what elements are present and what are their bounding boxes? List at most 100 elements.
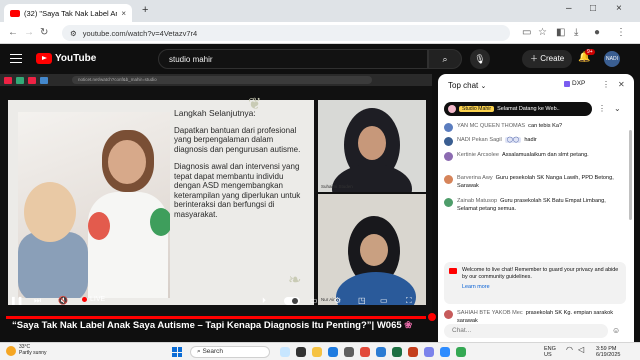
live-indicator[interactable]: LIVE xyxy=(82,296,105,303)
progress-bar[interactable] xyxy=(6,313,436,321)
new-tab-button[interactable]: + xyxy=(142,4,148,16)
learn-more-link[interactable]: Learn more xyxy=(462,284,621,291)
powerpoint-icon[interactable] xyxy=(408,347,418,357)
tab-close-icon[interactable]: × xyxy=(121,9,126,18)
pinned-menu-icon[interactable]: ⋮ xyxy=(598,104,606,113)
windows-start-icon[interactable] xyxy=(172,347,182,357)
avatar xyxy=(444,175,453,184)
search-button[interactable]: ⌕ xyxy=(428,49,462,69)
address-bar-row: ← → ↻ ⚙ youtube.com/watch?v=4Vetazv7r4 ▭… xyxy=(0,22,640,44)
volume-icon[interactable]: ◁ xyxy=(578,345,584,355)
chat-author[interactable]: Zainab Matusop xyxy=(457,198,497,204)
avatar xyxy=(444,123,453,132)
pinned-message[interactable]: Studio Mahir Selamat Datang ke Web.. xyxy=(444,102,592,116)
video-title-text: “Saya Tak Nak Label Anak Saya Autisme – … xyxy=(12,320,402,331)
shared-browser-bar: noticet.net/watch?conf&b_mahir=studio xyxy=(0,74,432,86)
progress-fill xyxy=(6,316,426,319)
youtube-page: YouTube studio mahir ⌕ 🎙 ＋ Create 🔔 9+ N… xyxy=(0,44,640,342)
autoplay-toggle[interactable] xyxy=(284,297,300,305)
shared-tab-icon xyxy=(40,76,48,84)
download-icon[interactable]: ⤓ xyxy=(574,27,578,38)
file-explorer-icon[interactable] xyxy=(312,347,322,357)
profile-icon[interactable]: ● xyxy=(594,27,600,38)
avatar xyxy=(444,198,453,207)
forward-icon[interactable]: → xyxy=(24,27,34,38)
window-close-icon[interactable]: × xyxy=(616,3,622,14)
pinned-collapse-icon[interactable]: ⌄ xyxy=(614,104,621,113)
menu-hamburger-icon[interactable] xyxy=(10,54,22,63)
live-chat-panel: Top chat ⌄ DXP ⋮ ✕ Studio Mahir Selamat … xyxy=(438,74,634,342)
mute-icon[interactable]: 🔇 xyxy=(58,296,68,305)
site-info-icon[interactable]: ⚙ xyxy=(70,29,77,38)
chat-message: YAN MC QUEEN THOMAS can tebis Ka? xyxy=(444,123,626,132)
chat-more-icon[interactable]: ⋮ xyxy=(602,80,610,89)
store-icon[interactable] xyxy=(344,347,354,357)
account-avatar[interactable]: NADI xyxy=(604,51,620,67)
pinned-author-badge: Studio Mahir xyxy=(459,106,495,112)
dxp-extension[interactable]: DXP xyxy=(564,80,585,87)
pause-icon[interactable]: ❚❚ xyxy=(10,296,23,305)
reload-icon[interactable]: ↻ xyxy=(40,27,48,38)
chat-close-icon[interactable]: ✕ xyxy=(618,80,625,89)
fullscreen-icon[interactable]: ⛶ xyxy=(406,296,412,306)
back-icon[interactable]: ← xyxy=(8,27,18,38)
youtube-icon xyxy=(449,268,457,274)
voice-search-icon[interactable]: 🎙 xyxy=(470,49,490,69)
browser-tab[interactable]: (32) "Saya Tak Nak Label Anak × xyxy=(4,4,132,22)
chat-author[interactable]: Barverina Awy xyxy=(457,175,493,181)
chat-author[interactable]: Kertinie Arcsolee xyxy=(457,152,499,158)
clock[interactable]: 3:59 PM 6/19/2025 xyxy=(596,346,620,358)
settings-gear-icon[interactable]: ⚙ xyxy=(334,296,341,305)
emoji-icon[interactable]: ☺ xyxy=(612,326,620,335)
excel-icon[interactable] xyxy=(392,347,402,357)
shared-url: noticet.net/watch?conf&b_mahir=studio xyxy=(72,76,372,84)
avatar xyxy=(444,152,453,161)
url-field[interactable]: ⚙ youtube.com/watch?v=4Vetazv7r4 xyxy=(62,25,510,41)
chat-welcome-notice: Welcome to live chat! Remember to guard … xyxy=(444,262,626,304)
live-dot-icon xyxy=(82,297,87,302)
copilot-icon[interactable] xyxy=(280,347,290,357)
slide-text: Langkah Selanjutnya: Dapatkan bantuan da… xyxy=(174,108,308,280)
teams-icon[interactable] xyxy=(424,347,434,357)
maximize-icon[interactable]: □ xyxy=(590,3,596,14)
create-label: Create xyxy=(540,54,565,63)
chrome-icon[interactable] xyxy=(360,347,370,357)
autoplay-icon[interactable]: ⏵ xyxy=(262,296,266,306)
chat-input[interactable]: Chat... xyxy=(444,324,608,338)
notification-count-badge: 9+ xyxy=(585,49,595,55)
task-view-icon[interactable] xyxy=(296,347,306,357)
language-indicator[interactable]: ENG US xyxy=(544,346,556,358)
cast-icon[interactable]: ▭ xyxy=(522,27,531,38)
bookmark-star-icon[interactable]: ☆ xyxy=(538,27,547,38)
minimize-icon[interactable]: – xyxy=(566,3,572,14)
avatar xyxy=(444,137,453,146)
search-input[interactable]: studio mahir xyxy=(158,49,428,69)
chat-scrollbar[interactable] xyxy=(629,130,632,220)
chat-author[interactable]: YAN MC QUEEN THOMAS xyxy=(457,123,525,129)
chat-author[interactable]: SAHIAH BTE YAKOB Mec xyxy=(457,310,523,316)
next-icon[interactable]: ⏭ xyxy=(34,296,41,306)
edge-icon[interactable] xyxy=(328,347,338,357)
tab-title: (32) "Saya Tak Nak Label Anak xyxy=(24,8,118,18)
weather-widget[interactable]: 33°C Partly sunny xyxy=(6,344,47,356)
app-icon[interactable] xyxy=(456,347,466,357)
chat-message: Kertinie Arcsolee Assalamualaikum dan slm… xyxy=(444,152,626,161)
chat-author[interactable]: NADI Pekan Sagil xyxy=(457,137,502,143)
create-button[interactable]: ＋ Create xyxy=(522,50,573,68)
chat-mode-dropdown[interactable]: Top chat ⌄ xyxy=(448,81,486,90)
word-icon[interactable] xyxy=(376,347,386,357)
zoom-icon[interactable] xyxy=(440,347,450,357)
theater-icon[interactable]: ▭ xyxy=(380,296,388,305)
youtube-logo-text: YouTube xyxy=(55,53,97,64)
captions-icon[interactable]: ▭ xyxy=(310,296,318,305)
participant-camera: Nur Aina xyxy=(318,194,426,305)
video-player[interactable]: noticet.net/watch?conf&b_mahir=studio ❦ … xyxy=(0,74,436,321)
extensions-icon[interactable]: ◧ xyxy=(556,27,565,38)
dxp-icon xyxy=(564,80,570,87)
youtube-logo[interactable]: YouTube xyxy=(36,53,96,64)
taskbar-search[interactable]: ⌕ Search xyxy=(190,346,270,358)
youtube-favicon-icon xyxy=(10,9,20,17)
miniplayer-icon[interactable]: ◳ xyxy=(358,296,366,305)
wifi-icon[interactable]: ◠ xyxy=(566,345,573,355)
browser-menu-icon[interactable]: ⋮ xyxy=(616,27,626,38)
